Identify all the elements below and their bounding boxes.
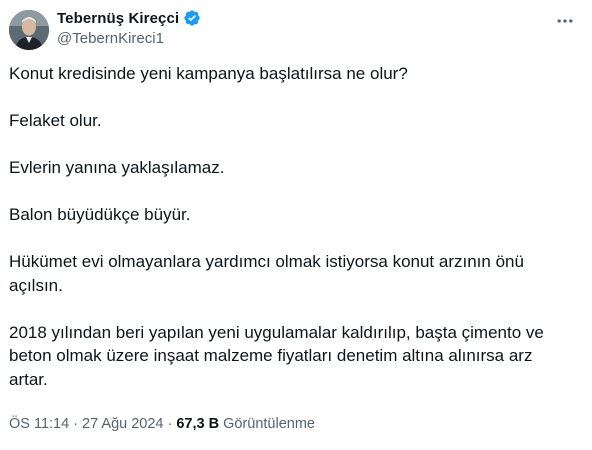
views-label: Görüntülenme: [223, 416, 315, 432]
tweet-meta: ÖS 11:14 · 27 Ağu 2024 · 67,3 B Görüntül…: [9, 416, 315, 432]
tweet-time[interactable]: ÖS 11:14: [9, 416, 69, 432]
tweet-card: Tebernüş Kireçci @TebernKireci1 Konut kr…: [0, 0, 592, 450]
tweet-paragraph: Balon büyüdükçe büyür.: [9, 205, 191, 224]
profile-photo-icon: [9, 10, 49, 50]
author-display-name[interactable]: Tebernüş Kireçci: [57, 10, 179, 27]
meta-separator: ·: [73, 416, 79, 432]
tweet-date[interactable]: 27 Ağu 2024: [82, 416, 163, 432]
tweet-text: Konut kredisinde yeni kampanya başlatılı…: [9, 62, 574, 391]
tweet-paragraph: 2018 yılından beri yapılan yeni uygulama…: [9, 322, 544, 389]
author-handle[interactable]: @TebernKireci1: [57, 30, 164, 47]
avatar[interactable]: [9, 10, 49, 50]
tweet-paragraph: Felaket olur.: [9, 111, 102, 130]
views-count: 67,3 B: [176, 416, 220, 432]
meta-separator: ·: [167, 416, 173, 432]
tweet-paragraph: Hükümet evi olmayanlara yardımcı olmak i…: [9, 252, 524, 295]
verified-badge-icon: [183, 9, 201, 27]
tweet-paragraph: Evlerin yanına yaklaşılamaz.: [9, 158, 225, 177]
more-horizontal-icon[interactable]: [552, 10, 578, 32]
author-name-row: Tebernüş Kireçci: [57, 8, 201, 28]
tweet-paragraph: Konut kredisinde yeni kampanya başlatılı…: [9, 64, 408, 83]
